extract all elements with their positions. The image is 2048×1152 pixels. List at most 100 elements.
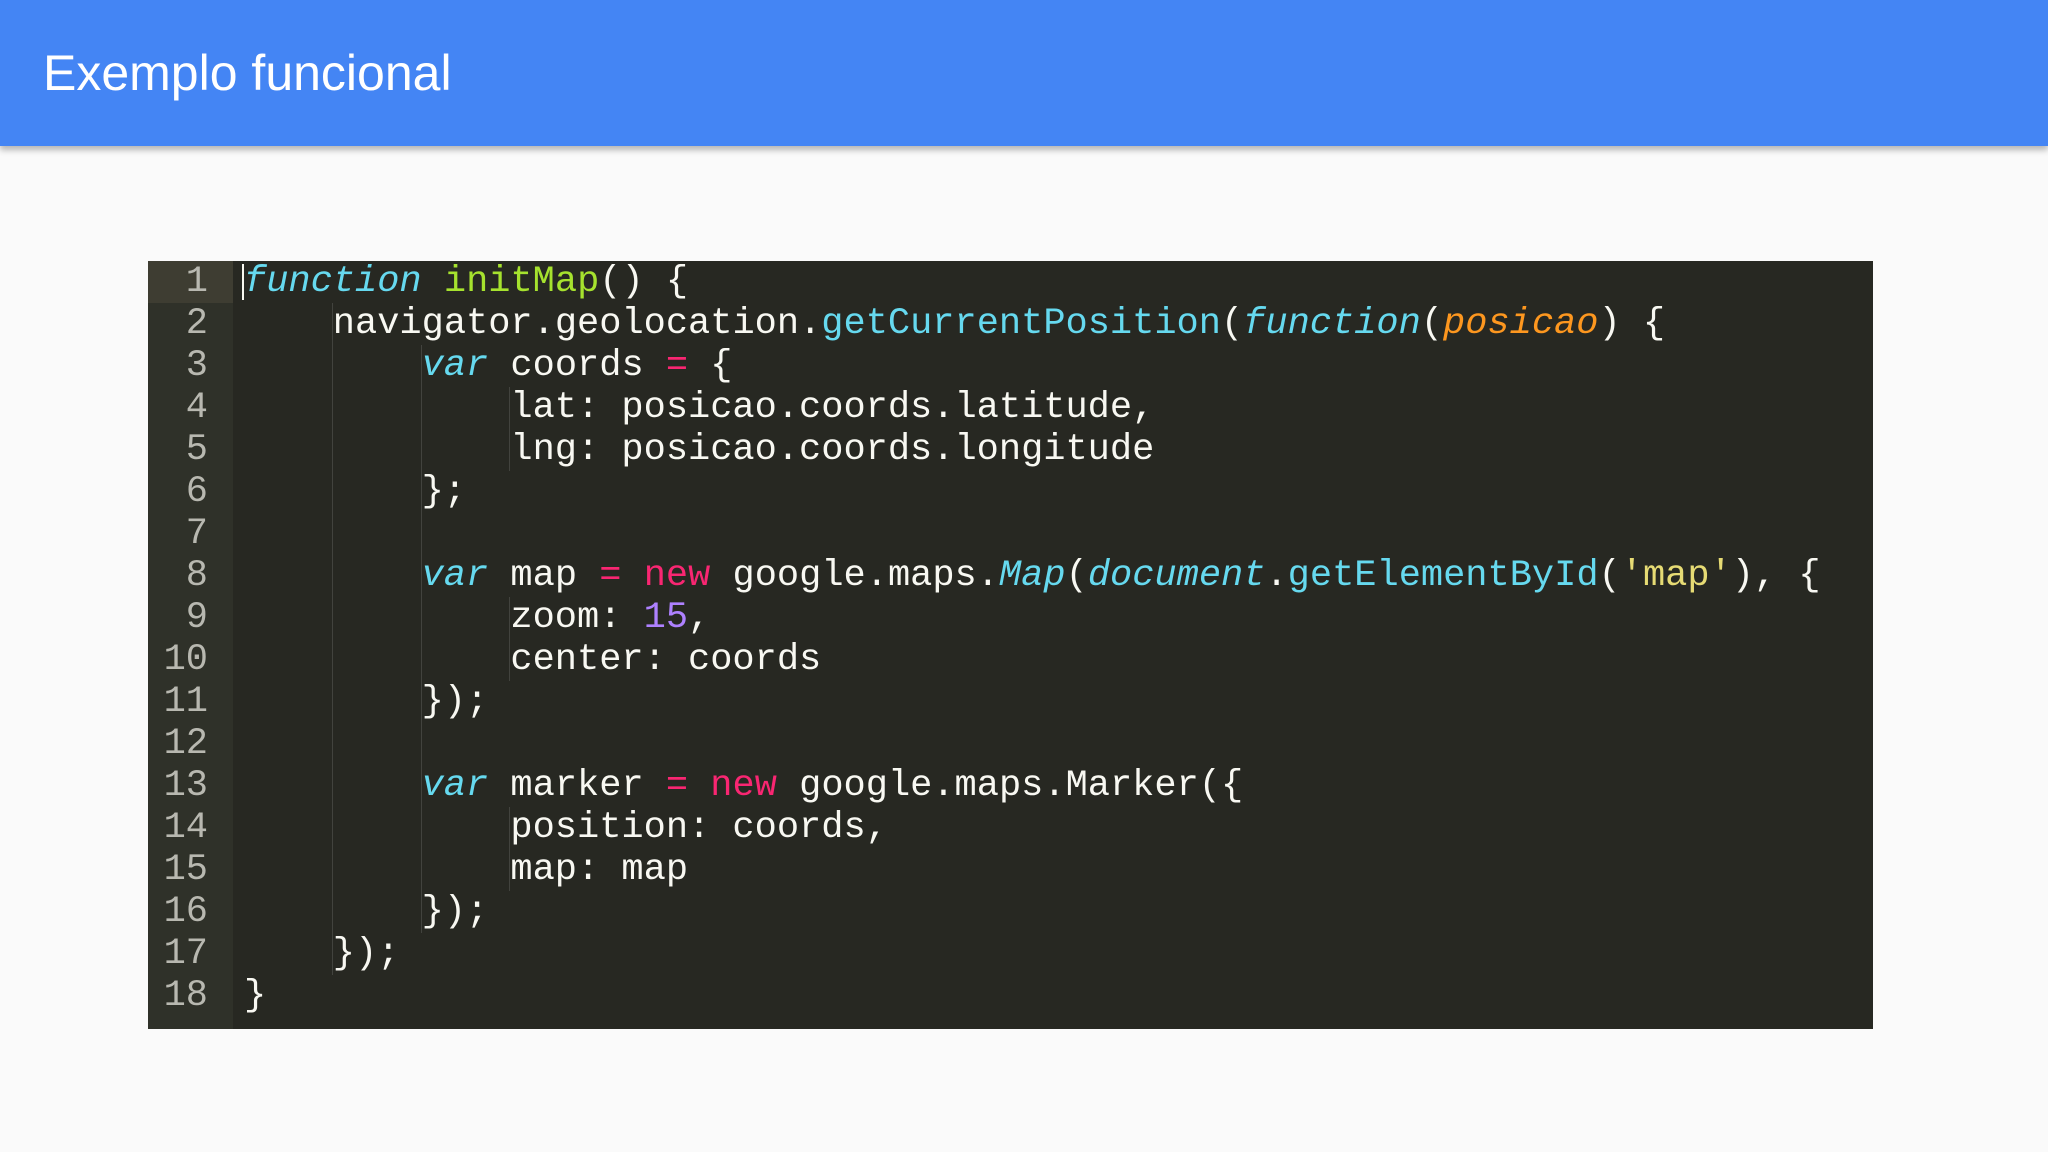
code-text: });	[333, 933, 400, 975]
code-line: 18}	[148, 975, 1873, 1017]
code-token: marker	[488, 765, 666, 807]
code-token: Map	[998, 555, 1066, 597]
code-token: initMap	[443, 261, 600, 303]
code-token: ,	[688, 597, 711, 639]
code-line: 17});	[148, 933, 1873, 975]
code-line: 10 center: coords	[148, 639, 1873, 681]
code-text: center: coords	[510, 639, 821, 681]
code-line: 15 map: map	[148, 849, 1873, 891]
code-line: 14 position: coords,	[148, 807, 1873, 849]
code-text: navigator.geolocation.getCurrentPosition…	[333, 303, 1665, 345]
code-token: 15	[643, 597, 689, 639]
line-number: 11	[163, 681, 208, 723]
code-text: var coords = {	[422, 345, 733, 387]
indent-guide	[331, 765, 333, 807]
code-token: google.maps.	[710, 555, 999, 597]
line-number: 2	[185, 303, 208, 345]
code-token: =	[665, 765, 689, 807]
indent-guide	[331, 639, 333, 681]
code-token: (	[1065, 555, 1088, 597]
code-line: 6};	[148, 471, 1873, 513]
indent-guide	[420, 849, 422, 891]
code-token: });	[421, 891, 489, 933]
indent-guide	[331, 555, 333, 597]
code-token: }	[244, 975, 267, 1017]
code-token: 'map'	[1620, 555, 1732, 597]
code-token: ), {	[1731, 555, 1821, 597]
indent-guide	[331, 513, 333, 555]
code-token: };	[421, 471, 467, 513]
code-token: center: coords	[510, 639, 822, 681]
code-token: new	[643, 555, 711, 597]
line-number: 4	[185, 387, 208, 429]
indent-guide	[331, 387, 333, 429]
line-number: 9	[185, 597, 208, 639]
code-line: 11});	[148, 681, 1873, 723]
line-number: 10	[163, 639, 208, 681]
code-line: 4 lat: posicao.coords.latitude,	[148, 387, 1873, 429]
indent-guide	[331, 345, 333, 387]
code-token: var	[421, 345, 489, 387]
code-token: .	[1265, 555, 1288, 597]
code-token: lat: posicao.coords.latitude,	[510, 387, 1155, 429]
code-token: });	[332, 933, 400, 975]
line-number: 13	[163, 765, 208, 807]
code-token: lng: posicao.coords.longitude	[510, 429, 1155, 471]
code-token: navigator.geolocation.	[332, 303, 822, 345]
line-number: 17	[163, 933, 208, 975]
indent-guide	[331, 849, 333, 891]
indent-guide	[420, 429, 422, 471]
line-number: 1	[185, 261, 208, 303]
code-token: posicao	[1443, 303, 1599, 345]
line-number: 16	[163, 891, 208, 933]
code-token: getCurrentPosition	[821, 303, 1221, 345]
code-token: position: coords,	[510, 807, 888, 849]
line-number: 18	[163, 975, 208, 1017]
code-token: coords	[488, 345, 666, 387]
code-line: 9 zoom: 15,	[148, 597, 1873, 639]
code-line: 12	[148, 723, 1873, 765]
code-line: 8 var map = new google.maps.Map(document.…	[148, 555, 1873, 597]
code-token: google.maps.Marker({	[776, 765, 1244, 807]
code-token: var	[421, 555, 489, 597]
code-text: zoom: 15,	[510, 597, 710, 639]
code-line: 13 var marker = new google.maps.Marker({	[148, 765, 1873, 807]
code-editor[interactable]: 1 function initMap() { 2 navigator.geolocat…	[148, 261, 1873, 1029]
slide-header: Exemplo funcional	[0, 0, 2048, 146]
code-text: };	[422, 471, 466, 513]
line-number: 8	[185, 555, 208, 597]
code-line: 7	[148, 513, 1873, 555]
code-text: map: map	[510, 849, 688, 891]
line-number: 15	[163, 849, 208, 891]
code-text: }	[244, 975, 266, 1017]
code-text: });	[422, 681, 489, 723]
code-token: getElementById	[1287, 555, 1599, 597]
line-number: 6	[185, 471, 208, 513]
code-text: lat: posicao.coords.latitude,	[510, 387, 1154, 429]
text-cursor	[242, 264, 244, 300]
indent-guide	[420, 639, 422, 681]
line-number: 14	[163, 807, 208, 849]
code-token: function	[1243, 303, 1421, 345]
code-token: (	[1220, 303, 1244, 345]
code-text: function initMap() {	[244, 261, 688, 303]
line-number: 3	[185, 345, 208, 387]
indent-guide	[420, 597, 422, 639]
code-token: =	[665, 345, 689, 387]
line-number: 7	[185, 513, 208, 555]
code-line: 2 navigator.geolocation.getCurrentPositio…	[148, 303, 1873, 345]
code-token: map	[488, 555, 600, 597]
code-token: });	[421, 681, 489, 723]
indent-guide	[331, 429, 333, 471]
line-number: 12	[163, 723, 208, 765]
code-line: 5 lng: posicao.coords.longitude	[148, 429, 1873, 471]
code-text: var map = new google.maps.Map(document.g…	[422, 555, 1821, 597]
code-line: 3 var coords = {	[148, 345, 1873, 387]
indent-guide	[331, 681, 333, 723]
code-token: function	[244, 261, 422, 303]
code-token: var	[421, 765, 489, 807]
slide-title: Exemplo funcional	[43, 45, 452, 101]
indent-guide	[420, 513, 422, 555]
code-token: {	[688, 345, 733, 387]
